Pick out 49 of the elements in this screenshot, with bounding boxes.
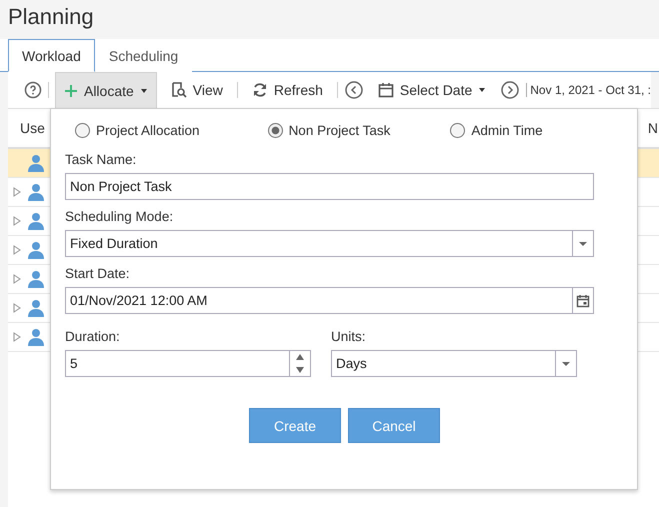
allocate-button[interactable]: Allocate [54,72,157,108]
user-icon [27,299,45,317]
start-date-field[interactable]: 01/Nov/2021 12:00 AM [65,287,594,314]
radio-option[interactable]: Project Allocation [75,123,200,138]
down-arrow-icon[interactable] [295,366,305,374]
expand-icon[interactable] [13,332,21,342]
up-arrow-icon[interactable] [295,353,305,362]
caret-icon [140,88,148,94]
help-icon[interactable] [24,81,42,99]
field-label: Units: [331,329,367,344]
user-icon [27,270,45,288]
page-title: Planning [7,3,95,31]
scheduling-mode-dropdown[interactable]: Fixed Duration [65,230,594,257]
expand-icon[interactable] [13,303,21,313]
user-icon [27,154,45,172]
calendar-icon [378,82,394,98]
column-header: N [648,120,658,136]
field-label: Start Date: [65,266,131,281]
field-label: Duration: [65,329,121,344]
field-label: Scheduling Mode: [65,209,174,224]
refresh-icon [252,82,268,98]
user-icon [27,328,45,346]
view-button[interactable]: View [162,72,231,108]
expand-icon[interactable] [13,245,21,255]
radio-option[interactable]: Admin Time [450,123,543,138]
tab[interactable]: Workload [8,39,95,72]
caret-icon [578,240,588,246]
next-icon[interactable] [500,80,520,100]
caret-icon [478,87,486,93]
user-icon [27,183,45,201]
field-label: Task Name: [65,152,138,167]
task-name-field[interactable]: Non Project Task [65,173,594,200]
user-icon [27,212,45,230]
refresh-button[interactable]: Refresh [244,72,331,108]
radio-option[interactable]: Non Project Task [268,123,390,138]
previous-icon[interactable] [344,80,364,100]
expand-icon[interactable] [13,274,21,284]
date-range: Nov 1, 2021 - Oct 31, : [526,83,651,97]
calendar-icon [576,294,590,308]
units-dropdown[interactable]: Days [331,350,577,377]
expand-icon[interactable] [13,187,21,197]
duration-spinner[interactable]: 5 [65,350,311,377]
select-date-button[interactable]: Select Date [370,72,494,108]
plus-icon [64,84,78,98]
user-icon [27,241,45,259]
expand-icon[interactable] [13,216,21,226]
column-header: Use [20,120,45,136]
magnifier-page-icon [170,82,187,98]
caret-icon [561,360,571,366]
